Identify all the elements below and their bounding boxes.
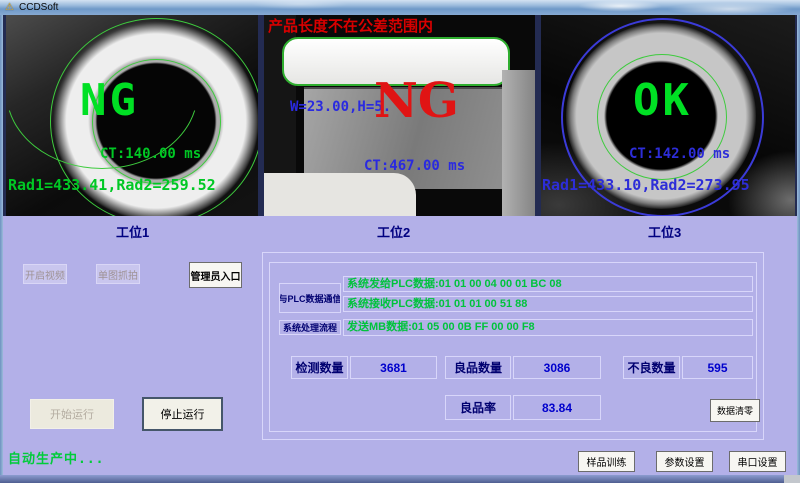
- resize-grip[interactable]: [784, 475, 800, 483]
- plc-send-field: 系统发给PLC数据:01 01 00 04 00 01 BC 08: [343, 276, 753, 292]
- parameter-settings-button[interactable]: 参数设置: [656, 451, 713, 472]
- process-flow-field: 发送MB数据:01 05 00 0B FF 00 00 F8: [343, 319, 753, 336]
- yield-rate-value: 83.84: [513, 395, 601, 420]
- plc-comm-label: 与PLC数据通信: [279, 283, 341, 313]
- plc-receive-field: 系统接收PLC数据:01 01 01 00 51 88: [343, 296, 753, 312]
- start-run-button[interactable]: 开始运行: [30, 399, 114, 429]
- serial-settings-button[interactable]: 串口设置: [729, 451, 786, 472]
- sample-training-button[interactable]: 样品训练: [578, 451, 635, 472]
- camera2-background-shape: [264, 173, 416, 216]
- good-count-label: 良品数量: [445, 356, 511, 379]
- bad-count-value: 595: [682, 356, 753, 379]
- yield-rate-label: 良品率: [445, 395, 511, 420]
- window-title: CCDSoft: [19, 1, 58, 14]
- station1-label: 工位1: [116, 222, 149, 241]
- station2-label: 工位2: [377, 222, 410, 241]
- camera-view-3: OK CT:142.00 ms Rad1=433.10,Rad2=273.95: [541, 15, 795, 216]
- single-capture-button[interactable]: 单图抓拍: [96, 264, 140, 284]
- detect-count-label: 检测数量: [291, 356, 348, 379]
- camera-strip: NG CT:140.00 ms Rad1=433.41,Rad2=259.52 …: [3, 15, 797, 216]
- camera1-radius-readout: Rad1=433.41,Rad2=259.52: [8, 176, 216, 194]
- open-video-button[interactable]: 开启视频: [23, 264, 67, 284]
- good-count-value: 3086: [513, 356, 601, 379]
- app-icon: ⚠: [5, 1, 14, 14]
- window-border-left: [0, 15, 3, 475]
- camera-view-2: W=23.00,H=5. NG CT:467.00 ms: [264, 15, 535, 216]
- camera1-result-label: NG: [80, 75, 139, 126]
- camera1-cycle-time: CT:140.00 ms: [100, 146, 201, 162]
- station3-label: 工位3: [648, 222, 681, 241]
- title-bar[interactable]: ⚠ CCDSoft: [0, 0, 800, 15]
- camera-view-1: NG CT:140.00 ms Rad1=433.41,Rad2=259.52: [6, 15, 258, 216]
- camera3-radius-readout: Rad1=433.10,Rad2=273.95: [542, 176, 750, 194]
- camera3-result-label: OK: [633, 75, 692, 126]
- admin-entry-button[interactable]: 管理员入口: [189, 262, 242, 288]
- stop-run-button[interactable]: 停止运行: [142, 397, 223, 431]
- camera2-cycle-time: CT:467.00 ms: [364, 158, 465, 174]
- app-window: ⚠ CCDSoft NG CT:140.00 ms Rad1=433.41,Ra…: [0, 0, 800, 483]
- window-border-bottom: [0, 475, 800, 483]
- camera2-result-label: NG: [374, 73, 459, 129]
- auto-production-status: 自动生产中...: [8, 448, 104, 467]
- tolerance-alert-text: 产品长度不在公差范围内: [268, 15, 433, 36]
- data-clear-button[interactable]: 数据清零: [710, 399, 760, 422]
- camera3-cycle-time: CT:142.00 ms: [629, 146, 730, 162]
- process-flow-label: 系统处理流程: [279, 320, 341, 335]
- metal-edge-graphic: [502, 70, 535, 216]
- bad-count-label: 不良数量: [623, 356, 680, 379]
- detect-count-value: 3681: [350, 356, 437, 379]
